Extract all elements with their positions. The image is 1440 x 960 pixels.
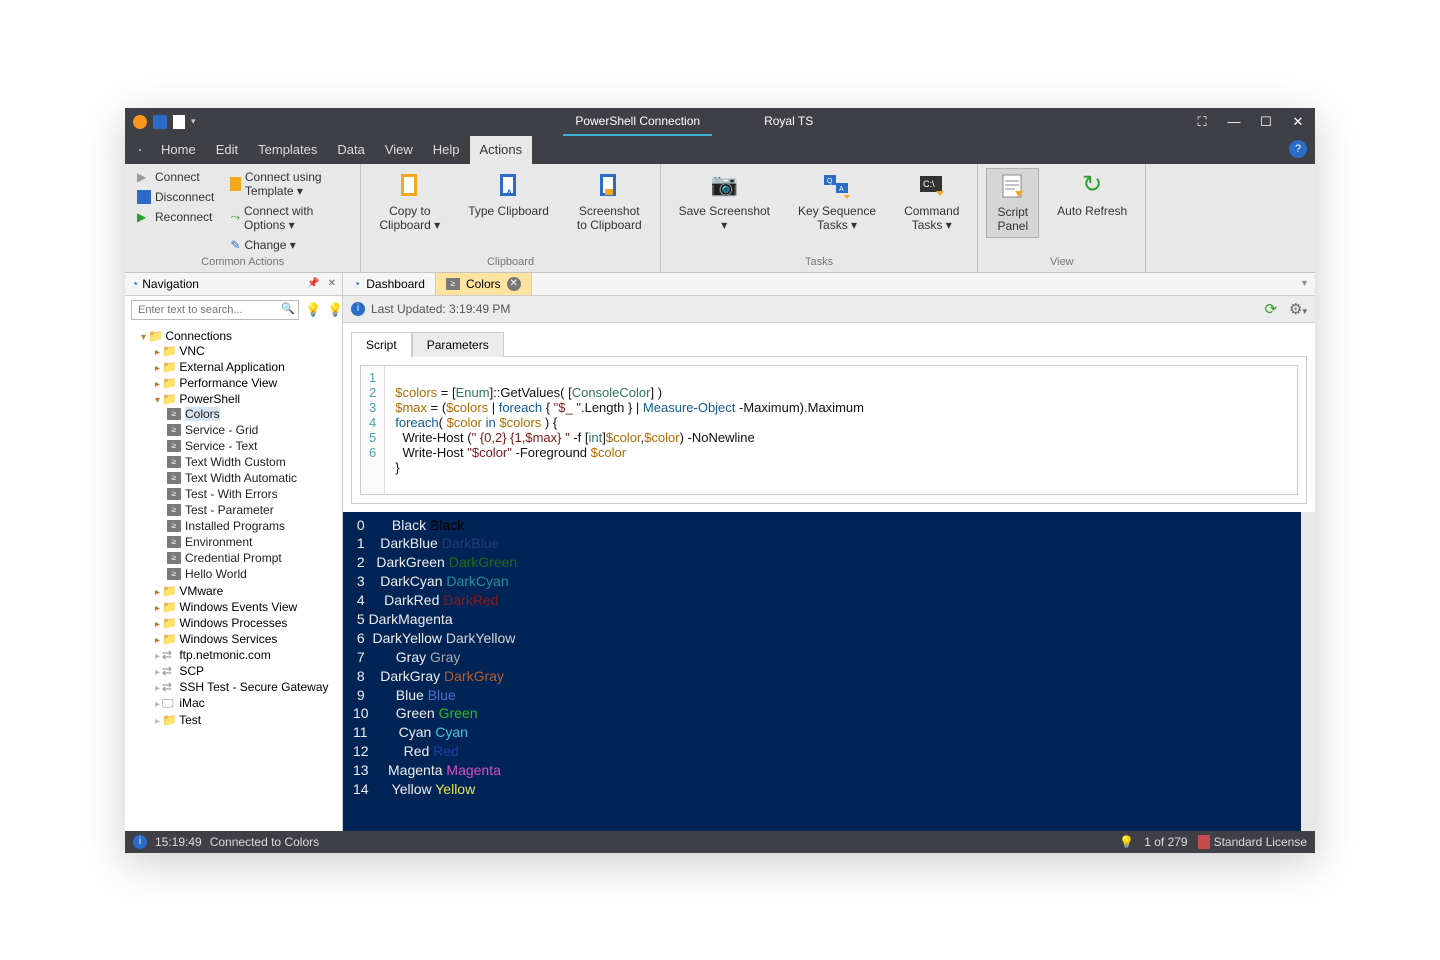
menu-templates[interactable]: Templates [248, 136, 327, 164]
connect-options-button[interactable]: ⤳Connect with Options ▾ [226, 202, 352, 234]
search-icon[interactable]: 🔍 [281, 302, 295, 315]
title-tab-powershell[interactable]: PowerShell Connection [563, 108, 712, 136]
svg-text:A: A [506, 188, 513, 198]
menu-edit[interactable]: Edit [206, 136, 248, 164]
command-tasks-button[interactable]: C:\Command Tasks ▾ [894, 168, 969, 237]
tree-item[interactable]: ≥ Environment [167, 535, 342, 549]
group-tasks: Tasks [669, 254, 970, 270]
save-screenshot-button[interactable]: 📷Save Screenshot ▾ [669, 168, 780, 237]
tree-item[interactable]: ≥ Text Width Custom [167, 455, 342, 469]
svg-text:Q: Q [827, 178, 833, 185]
connect-template-button[interactable]: Connect using Template ▾ [226, 168, 352, 200]
console-output[interactable]: 0 Black Black 1 DarkBlue DarkBlue 2 Dark… [343, 512, 1315, 831]
search-input[interactable] [131, 300, 299, 320]
tab-dashboard[interactable]: ◔Dashboard [343, 273, 436, 295]
tab-colors[interactable]: ≥Colors✕ [436, 273, 532, 295]
group-common-actions: Common Actions [133, 254, 352, 270]
gear-icon[interactable]: ⚙▾ [1289, 300, 1307, 318]
navigation-panel: ◔ Navigation 📌✕ 🔍 💡 💡 ★ ▾📁 Connections ▸… [125, 273, 343, 831]
bulb-off-icon[interactable]: 💡 [327, 302, 343, 318]
tree-item[interactable]: ≥ Credential Prompt [167, 551, 342, 565]
tab-dropdown[interactable]: ▾ [1294, 278, 1315, 289]
connect-button[interactable]: ▶Connect [133, 168, 218, 186]
ribbon: ▶Connect Disconnect ▶Reconnect Connect u… [125, 164, 1315, 273]
status-license: Standard License [1214, 835, 1307, 849]
change-button[interactable]: ✎Change ▾ [226, 236, 352, 254]
tree-item[interactable]: ≥ Test - Parameter [167, 503, 342, 517]
nav-title: Navigation [142, 277, 199, 291]
bulb-on-icon[interactable]: 💡 [305, 302, 321, 318]
tree-item[interactable]: ≥ Hello World [167, 567, 342, 581]
status-info-icon: i [133, 835, 147, 849]
tree-item[interactable]: ≥ Test - With Errors [167, 487, 342, 501]
qat-dropdown[interactable]: ▾ [191, 116, 196, 127]
license-icon [1198, 835, 1210, 849]
last-updated: Last Updated: 3:19:49 PM [371, 302, 510, 316]
group-clipboard: Clipboard [369, 254, 651, 270]
bulb-status-icon[interactable]: 💡 [1119, 835, 1134, 849]
menu-app[interactable] [129, 136, 151, 164]
tree-item[interactable]: ≥ Service - Text [167, 439, 342, 453]
tree-item[interactable]: ≥ Text Width Automatic [167, 471, 342, 485]
menu-bar: Home Edit Templates Data View Help Actio… [125, 136, 1315, 164]
tab-script[interactable]: Script [351, 332, 412, 357]
tree-item[interactable]: ≥ Colors [167, 407, 342, 421]
refresh-icon[interactable]: ⟳ [1264, 300, 1277, 318]
status-bar: i 15:19:49 Connected to Colors 💡 1 of 27… [125, 831, 1315, 853]
nav-tree[interactable]: ▾📁 Connections ▸📁 VNC▸📁 External Applica… [125, 324, 342, 831]
console-scrollbar[interactable] [1301, 512, 1315, 831]
tree-item[interactable]: ≥ Installed Programs [167, 519, 342, 533]
svg-text:A: A [839, 186, 844, 193]
auto-refresh-button[interactable]: ↻Auto Refresh [1047, 168, 1137, 222]
menu-view[interactable]: View [375, 136, 423, 164]
screenshot-clipboard-button[interactable]: Screenshot to Clipboard [567, 168, 652, 237]
title-bar: ▾ PowerShell Connection Royal TS ⛶ — ☐ ✕ [125, 108, 1315, 136]
menu-help[interactable]: Help [423, 136, 470, 164]
code-editor[interactable]: 123456 $colors = [Enum]::GetValues( [Con… [360, 365, 1298, 495]
help-icon[interactable]: ? [1289, 140, 1307, 158]
group-view: View [986, 254, 1137, 270]
disconnect-button[interactable]: Disconnect [133, 188, 218, 206]
info-bar: i Last Updated: 3:19:49 PM ⟳ ⚙▾ [343, 296, 1315, 323]
copy-clipboard-button[interactable]: Copy to Clipboard ▾ [369, 168, 450, 237]
pin-icon[interactable]: 📌 [307, 278, 319, 289]
fullscreen-icon[interactable]: ⛶ [1195, 114, 1209, 130]
window-controls: ⛶ — ☐ ✕ [1185, 114, 1315, 130]
key-sequence-button[interactable]: QAKey Sequence Tasks ▾ [788, 168, 886, 237]
status-count: 1 of 279 [1144, 835, 1187, 849]
app-icon [133, 115, 147, 129]
close-icon[interactable]: ✕ [1291, 114, 1305, 130]
tab-parameters[interactable]: Parameters [412, 332, 504, 357]
maximize-icon[interactable]: ☐ [1259, 114, 1273, 130]
menu-actions[interactable]: Actions [470, 136, 533, 164]
svg-text:C:\: C:\ [923, 179, 935, 189]
menu-data[interactable]: Data [327, 136, 374, 164]
status-msg: Connected to Colors [210, 835, 319, 849]
title-tab-royalts[interactable]: Royal TS [752, 108, 825, 136]
script-panel-button[interactable]: Script Panel [986, 168, 1039, 239]
nav-close[interactable]: ✕ [328, 278, 336, 289]
reconnect-button[interactable]: ▶Reconnect [133, 208, 218, 226]
type-clipboard-button[interactable]: AType Clipboard [458, 168, 559, 222]
info-icon: i [351, 302, 365, 316]
save-icon[interactable] [153, 115, 167, 129]
menu-home[interactable]: Home [151, 136, 206, 164]
status-time: 15:19:49 [155, 835, 202, 849]
tab-close-icon[interactable]: ✕ [507, 277, 521, 291]
minimize-icon[interactable]: — [1227, 114, 1241, 129]
document-tabs: ◔Dashboard ≥Colors✕ ▾ [343, 273, 1315, 296]
tree-item[interactable]: ≥ Service - Grid [167, 423, 342, 437]
new-page-icon[interactable] [173, 115, 185, 129]
